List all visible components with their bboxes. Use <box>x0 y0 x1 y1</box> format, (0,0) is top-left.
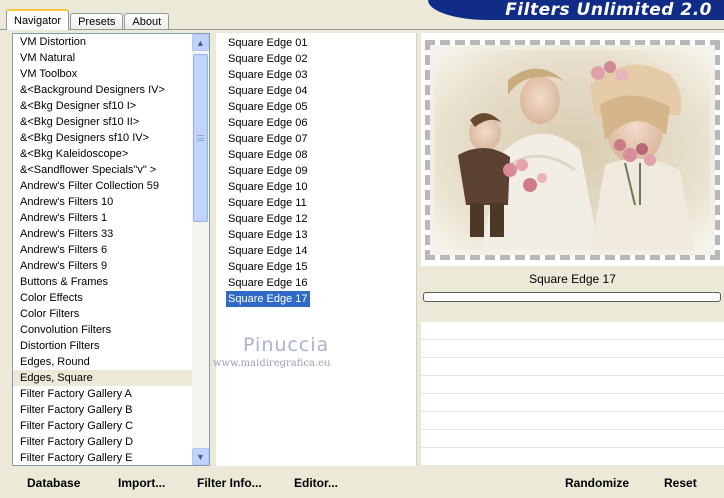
tab-divider <box>0 29 724 30</box>
category-item[interactable]: Color Effects <box>13 290 193 306</box>
category-item[interactable]: Andrew's Filters 6 <box>13 242 193 258</box>
progress-bar <box>423 292 721 302</box>
tab-navigator[interactable]: Navigator <box>6 9 70 30</box>
filter-item[interactable]: Square Edge 01 <box>226 35 310 51</box>
database-button[interactable]: Database <box>27 475 80 491</box>
triangle-down-icon: ▼ <box>196 451 205 462</box>
parameter-area <box>421 322 724 466</box>
reset-button[interactable]: Reset <box>664 475 697 491</box>
filter-item[interactable]: Square Edge 08 <box>226 147 310 163</box>
category-item[interactable]: VM Toolbox <box>13 66 193 82</box>
category-item[interactable]: Andrew's Filter Collection 59 <box>13 178 193 194</box>
filter-item[interactable]: Square Edge 11 <box>226 195 309 211</box>
filter-item[interactable]: Square Edge 04 <box>226 83 310 99</box>
parameter-row <box>421 430 724 448</box>
editor-button[interactable]: Editor... <box>294 475 338 491</box>
category-scrollbar[interactable]: ▲ ▼ <box>192 34 209 465</box>
triangle-up-icon: ▲ <box>196 37 205 48</box>
category-item[interactable]: Andrew's Filters 33 <box>13 226 193 242</box>
filter-item[interactable]: Square Edge 17 <box>226 291 310 307</box>
category-item[interactable]: &<Bkg Kaleidoscope> <box>13 146 193 162</box>
category-item[interactable]: &<Bkg Designers sf10 IV> <box>13 130 193 146</box>
import-button[interactable]: Import... <box>118 475 165 491</box>
filter-item[interactable]: Square Edge 06 <box>226 115 310 131</box>
filter-item[interactable]: Square Edge 16 <box>226 275 310 291</box>
category-item[interactable]: Filter Factory Gallery E <box>13 450 193 465</box>
parameter-row <box>421 394 724 412</box>
category-item[interactable]: Convolution Filters <box>13 322 193 338</box>
category-item[interactable]: Filter Factory Gallery A <box>13 386 193 402</box>
filter-item[interactable]: Square Edge 12 <box>226 211 310 227</box>
category-item[interactable]: &<Sandflower Specials"v" > <box>13 162 193 178</box>
preview-filter-name: Square Edge 17 <box>529 272 616 286</box>
filter-item[interactable]: Square Edge 10 <box>226 179 310 195</box>
parameter-row <box>421 376 724 394</box>
preview-image <box>425 40 720 260</box>
category-item[interactable]: Filter Factory Gallery B <box>13 402 193 418</box>
title-band: Filters Unlimited 2.0 <box>428 0 724 20</box>
category-item[interactable]: Distortion Filters <box>13 338 193 354</box>
filter-item[interactable]: Square Edge 14 <box>226 243 310 259</box>
category-item[interactable]: Color Filters <box>13 306 193 322</box>
category-item[interactable]: &<Bkg Designer sf10 II> <box>13 114 193 130</box>
filter-info-button[interactable]: Filter Info... <box>197 475 262 491</box>
category-list[interactable]: VM Distortion VM Natural VM Toolbox &<Backg… <box>13 34 193 465</box>
tab-strip: Navigator Presets About <box>6 8 170 30</box>
category-item[interactable]: VM Distortion <box>13 34 193 50</box>
parameter-row <box>421 322 724 340</box>
parameter-row <box>421 340 724 358</box>
grip-icon <box>197 135 204 141</box>
category-item[interactable]: &<Background Designers IV> <box>13 82 193 98</box>
filter-item[interactable]: Square Edge 09 <box>226 163 310 179</box>
category-item[interactable]: Buttons & Frames <box>13 274 193 290</box>
watermark-url: www.maidiregrafica.eu <box>213 358 331 369</box>
category-list-box: VM Distortion VM Natural VM Toolbox &<Backg… <box>12 33 210 466</box>
tab-presets[interactable]: Presets <box>70 13 124 30</box>
filter-item[interactable]: Square Edge 07 <box>226 131 310 147</box>
category-item[interactable]: VM Natural <box>13 50 193 66</box>
tab-about[interactable]: About <box>124 13 170 30</box>
category-item[interactable]: Edges, Square <box>13 370 193 386</box>
filter-item[interactable]: Square Edge 13 <box>226 227 310 243</box>
scroll-down-button[interactable]: ▼ <box>192 448 209 465</box>
filter-item[interactable]: Square Edge 03 <box>226 67 310 83</box>
app-title: Filters Unlimited 2.0 <box>505 0 712 20</box>
randomize-button[interactable]: Randomize <box>565 475 629 491</box>
category-item[interactable]: Andrew's Filters 10 <box>13 194 193 210</box>
category-item[interactable]: &<Bkg Designer sf10 I> <box>13 98 193 114</box>
scroll-thumb[interactable] <box>193 54 208 222</box>
scroll-up-button[interactable]: ▲ <box>192 34 209 51</box>
filter-list[interactable]: Square Edge 01 Square Edge 02 Square Edge … <box>216 33 417 466</box>
filter-item[interactable]: Square Edge 15 <box>226 259 310 275</box>
parameter-row <box>421 412 724 430</box>
preview-artwork <box>430 45 715 255</box>
watermark-name: Pinuccia <box>243 334 330 356</box>
category-item[interactable]: Andrew's Filters 1 <box>13 210 193 226</box>
filter-item[interactable]: Square Edge 02 <box>226 51 310 67</box>
filter-item[interactable]: Square Edge 05 <box>226 99 310 115</box>
parameter-row <box>421 448 724 466</box>
parameter-row <box>421 358 724 376</box>
category-item[interactable]: Andrew's Filters 9 <box>13 258 193 274</box>
category-item[interactable]: Filter Factory Gallery C <box>13 418 193 434</box>
category-item[interactable]: Filter Factory Gallery D <box>13 434 193 450</box>
category-item[interactable]: Edges, Round <box>13 354 193 370</box>
